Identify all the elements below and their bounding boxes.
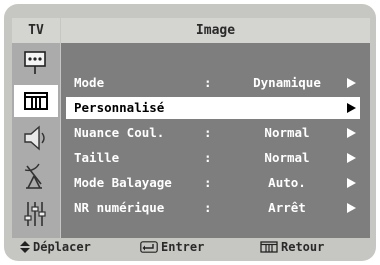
right-arrow-icon xyxy=(347,128,356,138)
menu-row-nuance-coul[interactable]: Nuance Coul. : Normal xyxy=(66,122,360,144)
row-label: Mode xyxy=(74,75,105,90)
picture-menu-panel: Mode : Dynamique Personnalisé Nuance Cou… xyxy=(61,43,370,238)
menu-icon xyxy=(260,241,278,253)
sidebar-item-picture[interactable] xyxy=(14,85,58,117)
sound-icon xyxy=(24,125,45,151)
input-icon xyxy=(24,51,46,74)
row-separator: : xyxy=(204,75,212,90)
menu-row-personnalise[interactable]: Personnalisé xyxy=(66,97,360,119)
row-label: NR numérique xyxy=(74,200,165,215)
footer-legend: Déplacer Entrer Retour xyxy=(12,238,370,256)
row-label: Nuance Coul. xyxy=(74,125,165,140)
row-value: Normal xyxy=(264,150,310,165)
row-value: Auto. xyxy=(268,175,306,190)
row-separator: : xyxy=(204,200,212,215)
right-arrow-icon xyxy=(347,178,356,188)
footer-move-label: Déplacer xyxy=(33,240,91,254)
footer-enter: Entrer xyxy=(140,238,204,256)
menu-row-nr-numerique[interactable]: NR numérique : Arrêt xyxy=(66,197,360,219)
row-label: Mode Balayage xyxy=(74,175,172,190)
setup-icon xyxy=(24,202,46,226)
sidebar-item-input[interactable] xyxy=(17,47,53,79)
tv-tab-label: TV xyxy=(12,18,60,43)
row-separator: : xyxy=(204,150,212,165)
right-arrow-icon xyxy=(347,203,356,213)
sidebar-item-channel[interactable] xyxy=(17,160,53,192)
channel-icon xyxy=(24,163,42,189)
row-value: Arrêt xyxy=(268,200,306,215)
row-value: Normal xyxy=(264,125,310,140)
footer-return-label: Retour xyxy=(281,240,325,254)
right-arrow-icon xyxy=(347,103,356,113)
menu-row-mode-balayage[interactable]: Mode Balayage : Auto. xyxy=(66,172,360,194)
enter-icon xyxy=(140,241,158,253)
menu-row-mode[interactable]: Mode : Dynamique xyxy=(66,72,360,94)
up-down-arrows-icon xyxy=(20,241,30,253)
row-label: Taille xyxy=(74,150,120,165)
right-arrow-icon xyxy=(347,78,356,88)
footer-return: Retour xyxy=(260,238,324,256)
row-separator: : xyxy=(204,125,212,140)
right-arrow-icon xyxy=(347,153,356,163)
row-separator: : xyxy=(204,175,212,190)
footer-move: Déplacer xyxy=(20,238,91,256)
footer-enter-label: Entrer xyxy=(161,240,205,254)
menu-row-taille[interactable]: Taille : Normal xyxy=(66,147,360,169)
row-value: Dynamique xyxy=(253,75,321,90)
category-sidebar xyxy=(12,43,60,238)
row-label: Personnalisé xyxy=(74,100,165,115)
sidebar-item-sound[interactable] xyxy=(17,122,53,154)
sidebar-item-setup[interactable] xyxy=(17,198,53,230)
picture-icon xyxy=(24,92,48,110)
osd-screen: TV Image Mode: Dynamique Personnalisé N… xyxy=(12,18,370,238)
menu-title: Image xyxy=(61,18,370,43)
